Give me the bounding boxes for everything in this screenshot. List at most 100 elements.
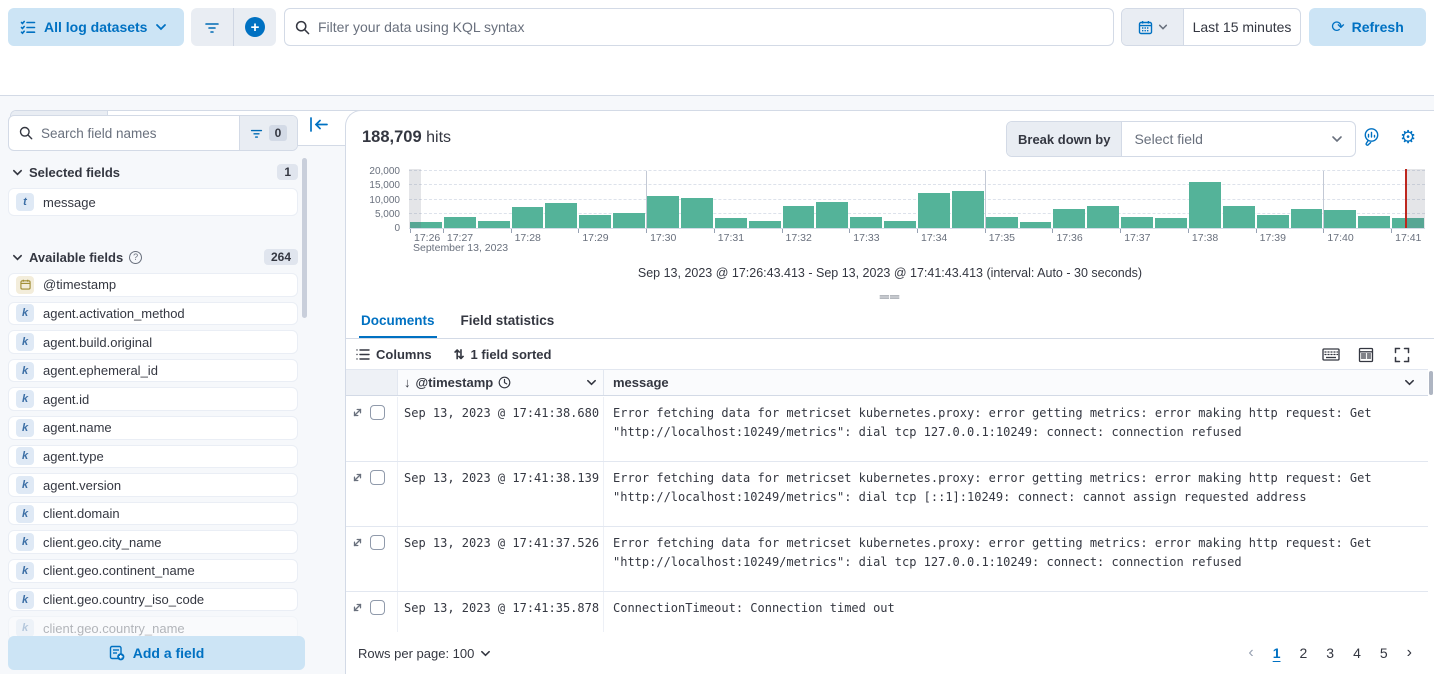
timestamp-column-header[interactable]: ↓ @timestamp [398, 370, 604, 395]
row-checkbox[interactable] [370, 535, 385, 550]
field-item[interactable]: kclient.domain [8, 502, 298, 526]
histogram-bar[interactable] [918, 193, 950, 228]
expand-row-icon[interactable] [351, 471, 364, 484]
field-item[interactable]: kagent.ephemeral_id [8, 359, 298, 383]
field-filter-button[interactable]: 0 [239, 116, 297, 150]
field-item[interactable]: kagent.type [8, 445, 298, 469]
table-scrollbar[interactable] [1429, 371, 1433, 395]
field-search-input[interactable] [41, 126, 229, 141]
tab-documents[interactable]: Documents [359, 307, 437, 338]
histogram-bar[interactable] [816, 202, 848, 228]
histogram-bar[interactable] [1189, 182, 1221, 228]
page-button-5[interactable]: 5 [1374, 643, 1394, 663]
available-fields-header[interactable]: Available fields ? 264 [12, 249, 298, 265]
row-checkbox[interactable] [370, 600, 385, 615]
histogram-bar[interactable] [1020, 222, 1052, 228]
histogram-bar[interactable] [1155, 218, 1187, 228]
histogram-bar[interactable] [1291, 209, 1323, 228]
histogram-bar[interactable] [850, 217, 882, 228]
expand-row-icon[interactable] [351, 406, 364, 419]
breakdown-select[interactable]: Select field [1122, 122, 1355, 156]
field-item[interactable]: kagent.version [8, 473, 298, 497]
columns-button[interactable]: Columns [356, 347, 432, 362]
chart-resize-handle[interactable]: ══ [346, 289, 1434, 304]
date-picker-menu-button[interactable] [1122, 9, 1184, 45]
fullscreen-icon[interactable] [1394, 347, 1412, 363]
histogram-bar[interactable] [647, 196, 679, 228]
kql-input[interactable] [318, 19, 1103, 35]
field-item[interactable]: kagent.name [8, 416, 298, 440]
field-item[interactable]: kclient.geo.continent_name [8, 559, 298, 583]
page-button-4[interactable]: 4 [1347, 643, 1367, 663]
field-item[interactable]: tmessage [8, 188, 298, 216]
histogram-bar[interactable] [1121, 217, 1153, 228]
fields-sidebar: 0 Selected fields 1 tmessage Available f… [8, 110, 305, 674]
expand-row-icon[interactable] [351, 536, 364, 549]
histogram-bar[interactable] [1053, 209, 1085, 228]
add-filter-button[interactable]: + [233, 8, 276, 46]
page-button-1[interactable]: 1 [1267, 643, 1287, 663]
sidebar-scrollbar[interactable] [302, 158, 307, 318]
text-field-icon: t [16, 193, 34, 211]
table-row[interactable]: Sep 13, 2023 @ 17:41:35.878ConnectionTim… [346, 592, 1428, 632]
message-column-header[interactable]: message [604, 370, 1428, 395]
histogram-bar[interactable] [1087, 206, 1119, 228]
tab-field-statistics[interactable]: Field statistics [459, 307, 557, 338]
table-row[interactable]: Sep 13, 2023 @ 17:41:38.139Error fetchin… [346, 462, 1428, 527]
histogram-bar[interactable] [1358, 216, 1390, 228]
histogram-bar[interactable] [444, 217, 476, 228]
histogram-bar[interactable] [579, 215, 611, 228]
histogram-bar[interactable] [681, 198, 713, 228]
histogram-bar[interactable] [952, 191, 984, 228]
gear-icon[interactable]: ⚙ [1400, 127, 1420, 147]
page-button-2[interactable]: 2 [1293, 643, 1313, 663]
histogram-bar[interactable] [715, 218, 747, 228]
histogram-bar[interactable] [884, 221, 916, 228]
field-item[interactable]: @timestamp [8, 273, 298, 297]
row-checkbox[interactable] [370, 470, 385, 485]
filter-button[interactable] [191, 8, 233, 46]
refresh-button[interactable]: ⟳ Refresh [1309, 8, 1426, 46]
histogram-bar[interactable] [783, 206, 815, 229]
current-time-marker [1405, 169, 1407, 228]
field-item[interactable]: kagent.id [8, 387, 298, 411]
refresh-label: Refresh [1352, 19, 1404, 35]
selected-fields-list: tmessage [8, 188, 298, 216]
row-checkbox[interactable] [370, 405, 385, 420]
chevron-down-icon[interactable] [586, 377, 597, 388]
field-item[interactable]: kclient.geo.country_iso_code [8, 588, 298, 612]
rows-per-page-button[interactable]: Rows per page: 100 [358, 646, 491, 661]
time-range-value[interactable]: Last 15 minutes [1184, 9, 1300, 45]
display-density-icon[interactable] [1358, 347, 1376, 363]
expand-row-icon[interactable] [351, 601, 364, 614]
histogram-bar[interactable] [478, 221, 510, 228]
top-bar: All log datasets + Last 15 minu [0, 0, 1434, 53]
open-in-lens-icon[interactable] [1363, 127, 1383, 147]
field-item[interactable]: kagent.activation_method [8, 302, 298, 326]
table-row[interactable]: Sep 13, 2023 @ 17:41:38.680Error fetchin… [346, 397, 1428, 462]
keyboard-icon[interactable] [1322, 347, 1340, 363]
dataset-selector-button[interactable]: All log datasets [8, 8, 184, 46]
collapse-sidebar-icon[interactable] [309, 116, 329, 134]
histogram-x-axis: 17:2617:2717:2817:2917:3017:3117:3217:33… [409, 229, 1425, 255]
histogram-bar[interactable] [1257, 215, 1289, 228]
sort-fields-button[interactable]: ⇅ 1 field sorted [454, 347, 552, 363]
histogram-bar[interactable] [986, 217, 1018, 228]
kql-search-bar[interactable] [284, 8, 1114, 46]
field-item[interactable]: kclient.geo.city_name [8, 530, 298, 554]
histogram-bar[interactable] [512, 207, 544, 228]
histogram-bar[interactable] [545, 203, 577, 228]
histogram-bar[interactable] [1223, 206, 1255, 228]
histogram-plot[interactable] [409, 171, 1425, 229]
selected-fields-header[interactable]: Selected fields 1 [12, 164, 298, 180]
table-row[interactable]: Sep 13, 2023 @ 17:41:37.526Error fetchin… [346, 527, 1428, 592]
page-button-3[interactable]: 3 [1320, 643, 1340, 663]
histogram-bar[interactable] [749, 221, 781, 228]
histogram-bar[interactable] [1324, 210, 1356, 228]
chevron-down-icon[interactable] [1404, 377, 1415, 388]
field-item[interactable]: kagent.build.original [8, 330, 298, 354]
next-page-icon[interactable]: › [1403, 644, 1416, 662]
previous-page-icon[interactable]: ‹ [1244, 644, 1257, 662]
add-field-button[interactable]: Add a field [8, 636, 305, 670]
histogram-bar[interactable] [613, 213, 645, 228]
